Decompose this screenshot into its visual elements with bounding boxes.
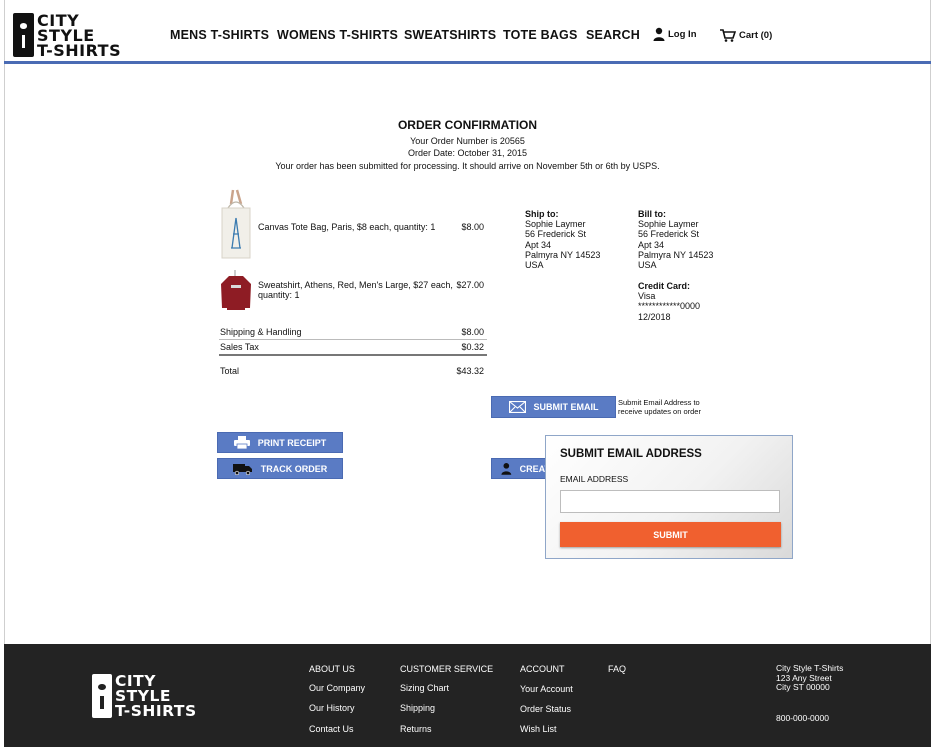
bill-to-line: Palmyra NY 14523 <box>638 249 714 260</box>
order-number: Your Order Number is 20565 <box>410 136 525 146</box>
footer-link-sizing-chart[interactable]: Sizing Chart <box>400 683 449 693</box>
footer-link-wish-list[interactable]: Wish List <box>520 724 557 734</box>
nav-womens-tshirts[interactable]: WOMENS T-SHIRTS <box>277 28 398 42</box>
print-receipt-label: PRINT RECEIPT <box>257 437 327 448</box>
footer-link-your-account[interactable]: Your Account <box>520 684 573 694</box>
bill-to-line: 56 Frederick St <box>638 229 700 240</box>
login-link[interactable]: Log In <box>653 27 697 41</box>
create-account-button[interactable]: CREAT <box>491 458 551 479</box>
credit-card-line: Visa <box>638 291 656 302</box>
submit-email-button[interactable]: SUBMIT EMAIL <box>491 396 616 418</box>
order-message: Your order has been submitted for proces… <box>275 161 660 171</box>
total-label: Total <box>220 366 240 376</box>
total-divider <box>219 354 487 356</box>
ship-to-line: Sophie Laymer <box>525 219 586 230</box>
bill-to-block: Bill to: Sophie Laymer 56 Frederick St A… <box>638 209 713 270</box>
user-icon <box>501 462 512 475</box>
submit-email-note: Submit Email Address to receive updates … <box>618 398 701 416</box>
order-date: Order Date: October 31, 2015 <box>407 148 528 158</box>
footer-link-contact-us[interactable]: Contact Us <box>309 724 354 734</box>
footer-link-our-history[interactable]: Our History <box>309 703 355 713</box>
print-receipt-button[interactable]: PRINT RECEIPT <box>217 432 343 453</box>
logo-tag-icon <box>92 674 112 718</box>
site-logo[interactable]: CITY STYLE T-SHIRTS <box>11 11 131 59</box>
cart-link[interactable]: Cart (0) <box>720 29 772 42</box>
order-item-price: $8.00 <box>461 222 484 232</box>
login-label: Log In <box>668 28 697 40</box>
nav-tote-bags[interactable]: TOTE BAGS <box>503 28 578 42</box>
footer-link-order-status[interactable]: Order Status <box>520 704 571 714</box>
email-address-input[interactable] <box>560 490 780 513</box>
logo-tag-icon <box>13 13 34 57</box>
site-footer: CITY STYLE T-SHIRTS ABOUT US Our Company… <box>4 644 931 747</box>
shipping-label: Shipping & Handling <box>220 327 302 337</box>
sales-tax-value: $0.32 <box>461 342 484 352</box>
footer-link-returns[interactable]: Returns <box>400 724 432 734</box>
ship-to-line: Apt 34 <box>525 239 552 250</box>
popup-title: SUBMIT EMAIL ADDRESS <box>560 448 702 460</box>
order-item-price: $27.00 <box>456 280 484 290</box>
logo-text-line-3: T-SHIRTS <box>37 41 122 60</box>
envelope-icon <box>508 401 526 413</box>
bill-to-line: USA <box>638 260 657 271</box>
footer-heading-about[interactable]: ABOUT US <box>309 664 355 674</box>
printer-icon <box>233 436 250 449</box>
footer-link-shipping[interactable]: Shipping <box>400 703 435 713</box>
submit-email-popup: SUBMIT EMAIL ADDRESS EMAIL ADDRESS SUBMI… <box>545 435 793 559</box>
shipping-value: $8.00 <box>461 327 484 337</box>
nav-sweatshirts[interactable]: SWEATSHIRTS <box>404 28 496 42</box>
footer-heading-customer-service[interactable]: CUSTOMER SERVICE <box>400 664 493 674</box>
bill-to-line: Sophie Laymer <box>638 219 699 230</box>
ship-to-line: USA <box>525 260 544 271</box>
ship-to-line: 56 Frederick St <box>525 229 587 240</box>
tote-bag-icon <box>219 188 253 265</box>
track-order-label: TRACK ORDER <box>260 463 328 474</box>
submit-email-label: SUBMIT EMAIL <box>533 402 599 412</box>
nav-search[interactable]: SEARCH <box>586 28 640 42</box>
credit-card-block: Credit Card: Visa ************0000 12/20… <box>638 281 700 322</box>
site-header: CITY STYLE T-SHIRTS MENS T-SHIRTS WOMENS… <box>4 0 931 64</box>
total-value: $43.32 <box>456 366 484 376</box>
sweatshirt-icon <box>219 270 253 317</box>
ship-to-block: Ship to: Sophie Laymer 56 Frederick St A… <box>525 209 600 270</box>
footer-heading-account[interactable]: ACCOUNT <box>520 664 565 674</box>
ship-to-line: Palmyra NY 14523 <box>525 249 601 260</box>
popup-submit-button[interactable]: SUBMIT <box>560 522 781 547</box>
footer-link-faq[interactable]: FAQ <box>608 664 626 674</box>
sales-tax-label: Sales Tax <box>220 342 259 352</box>
track-order-button[interactable]: TRACK ORDER <box>217 458 343 479</box>
footer-phone: 800-000-0000 <box>776 713 829 723</box>
bill-to-line: Apt 34 <box>638 239 665 250</box>
ship-to-heading: Ship to: <box>525 209 559 219</box>
credit-card-line: ************0000 <box>638 301 701 312</box>
footer-address: City Style T-Shirts 123 Any Street City … <box>776 663 843 693</box>
email-address-label: EMAIL ADDRESS <box>560 474 629 484</box>
divider <box>219 339 487 340</box>
footer-logo[interactable]: CITY STYLE T-SHIRTS <box>90 672 202 720</box>
footer-link-our-company[interactable]: Our Company <box>309 683 365 693</box>
truck-icon <box>232 463 252 475</box>
logo-text-line-3: T-SHIRTS <box>115 702 197 720</box>
credit-card-line: 12/2018 <box>638 311 671 322</box>
bill-to-heading: Bill to: <box>638 209 666 219</box>
footer-address-line: City ST 00000 <box>776 682 830 692</box>
cart-label: Cart (0) <box>739 30 773 41</box>
credit-card-heading: Credit Card: <box>638 281 691 291</box>
page-title: ORDER CONFIRMATION <box>397 118 538 132</box>
cart-icon <box>720 29 736 42</box>
user-icon <box>653 27 665 41</box>
nav-mens-tshirts[interactable]: MENS T-SHIRTS <box>170 28 269 42</box>
